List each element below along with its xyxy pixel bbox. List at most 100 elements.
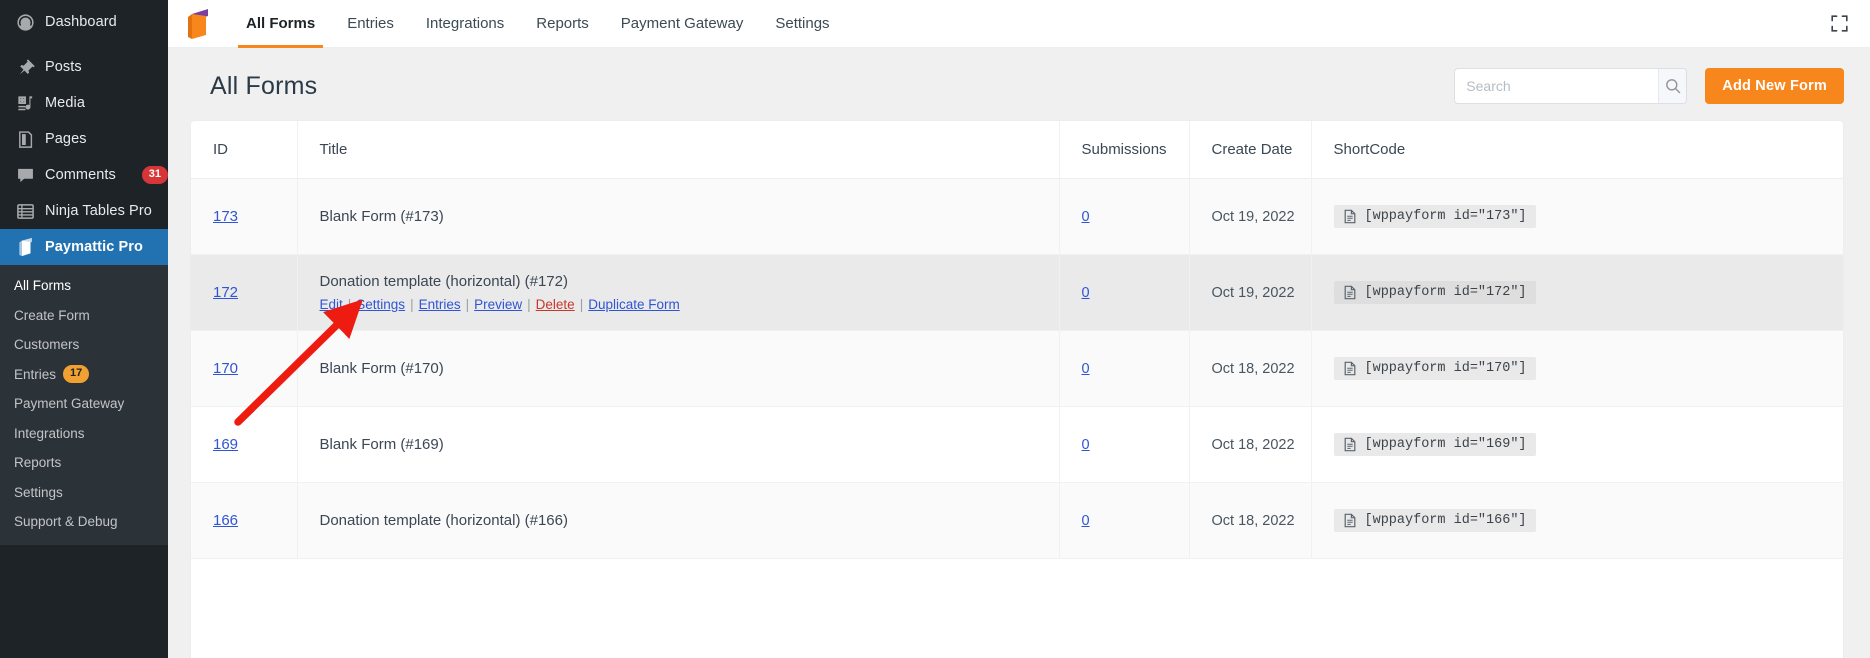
forms-table-head: ID Title Submissions Create Date ShortCode xyxy=(191,121,1843,179)
submenu-item-support-debug[interactable]: Support & Debug xyxy=(0,507,168,537)
submenu-item-entries[interactable]: Entries 17 xyxy=(0,360,168,390)
forms-table-header-row: ID Title Submissions Create Date ShortCode xyxy=(191,121,1843,179)
tab-payment-gateway[interactable]: Payment Gateway xyxy=(605,0,760,48)
shortcode-text: [wppayform id="173"] xyxy=(1364,209,1527,224)
submissions-link[interactable]: 0 xyxy=(1082,285,1090,301)
shortcode-copy-chip[interactable]: [wppayform id="173"] xyxy=(1333,205,1536,228)
sidebar-item-media[interactable]: Media xyxy=(0,85,168,121)
search-input[interactable] xyxy=(1455,69,1659,103)
row-action-separator: | xyxy=(465,297,470,312)
submenu-item-label: Integrations xyxy=(14,425,85,441)
row-action-delete[interactable]: Delete xyxy=(536,297,575,312)
row-action-separator: | xyxy=(347,297,352,312)
shortcode-copy-chip[interactable]: [wppayform id="166"] xyxy=(1333,509,1536,532)
add-new-form-button[interactable]: Add New Form xyxy=(1705,68,1844,104)
copy-document-icon xyxy=(1343,513,1357,528)
cell-submissions: 0 xyxy=(1059,406,1190,483)
cell-submissions: 0 xyxy=(1059,178,1190,255)
submissions-link[interactable]: 0 xyxy=(1082,437,1090,453)
cell-shortcode: [wppayform id="173"] xyxy=(1311,178,1843,255)
form-id-link[interactable]: 169 xyxy=(213,436,238,453)
form-title: Blank Form (#169) xyxy=(319,436,444,453)
tab-entries[interactable]: Entries xyxy=(331,0,410,48)
cell-title: Donation template (horizontal) (#172) Edi… xyxy=(297,254,1060,331)
row-action-edit[interactable]: Edit xyxy=(320,297,343,312)
submenu-item-create-form[interactable]: Create Form xyxy=(0,301,168,331)
cell-id: 166 xyxy=(191,482,298,559)
table-row[interactable]: 173 Blank Form (#173) 0 Oct 19, 2022 [wppayf… xyxy=(191,178,1843,255)
sidebar-item-badge: 31 xyxy=(141,165,168,185)
paymattic-icon xyxy=(14,237,36,257)
submenu-item-badge: 17 xyxy=(63,365,90,384)
tab-reports[interactable]: Reports xyxy=(520,0,605,48)
page-title: All Forms xyxy=(210,71,318,100)
search-box[interactable] xyxy=(1454,68,1688,104)
submenu-item-reports[interactable]: Reports xyxy=(0,448,168,478)
search-icon[interactable] xyxy=(1658,69,1687,103)
forms-table-body: 173 Blank Form (#173) 0 Oct 19, 2022 [wppayf… xyxy=(191,178,1843,559)
sidebar-item-ninja-tables-pro[interactable]: Ninja Tables Pro xyxy=(0,193,168,229)
submenu-item-payment-gateway[interactable]: Payment Gateway xyxy=(0,389,168,419)
cell-create-date: Oct 19, 2022 xyxy=(1189,254,1312,331)
submenu-item-label: Customers xyxy=(14,337,80,353)
submenu-item-label: Support & Debug xyxy=(14,514,118,530)
submenu-item-all-forms[interactable]: All Forms xyxy=(0,271,168,301)
row-action-separator: | xyxy=(527,297,531,312)
sidebar-item-posts[interactable]: Posts xyxy=(0,49,168,85)
media-icon xyxy=(14,93,36,113)
column-header-submissions: Submissions xyxy=(1059,121,1190,179)
column-header-create-date: Create Date xyxy=(1189,121,1312,179)
cell-shortcode: [wppayform id="172"] xyxy=(1311,254,1843,331)
submissions-link[interactable]: 0 xyxy=(1082,513,1090,529)
table-row[interactable]: 169 Blank Form (#169) 0 Oct 18, 2022 [wppayf… xyxy=(191,406,1843,483)
row-action-preview[interactable]: Preview xyxy=(474,297,522,312)
form-id-link[interactable]: 172 xyxy=(213,284,238,301)
row-action-duplicate-form[interactable]: Duplicate Form xyxy=(588,297,680,312)
wp-admin-sidebar: Dashboard Posts Media Pages Comments 31 Ninja … xyxy=(0,0,176,658)
submenu-item-settings[interactable]: Settings xyxy=(0,478,168,508)
shortcode-text: [wppayform id="166"] xyxy=(1364,513,1527,528)
row-action-entries[interactable]: Entries xyxy=(419,297,461,312)
shortcode-text: [wppayform id="170"] xyxy=(1364,361,1527,376)
table-row[interactable]: 170 Blank Form (#170) 0 Oct 18, 2022 [wppayf… xyxy=(191,330,1843,407)
form-id-link[interactable]: 173 xyxy=(213,208,238,225)
table-row[interactable]: 166 Donation template (horizontal) (#166)… xyxy=(191,482,1843,559)
pin-icon xyxy=(14,57,36,77)
cell-id: 170 xyxy=(191,330,298,407)
cell-title: Blank Form (#170) xyxy=(297,330,1060,407)
shortcode-text: [wppayform id="172"] xyxy=(1364,285,1527,300)
sidebar-main-menu: Dashboard Posts Media Pages Comments 31 Ninja … xyxy=(0,4,176,265)
column-header-title: Title xyxy=(297,121,1060,179)
submenu-item-label: Payment Gateway xyxy=(14,396,125,412)
form-title: Blank Form (#173) xyxy=(319,208,444,225)
sidebar-item-label: Pages xyxy=(45,131,87,147)
submissions-link[interactable]: 0 xyxy=(1082,209,1090,225)
shortcode-copy-chip[interactable]: [wppayform id="170"] xyxy=(1333,357,1536,380)
form-id-link[interactable]: 170 xyxy=(213,360,238,377)
cell-submissions: 0 xyxy=(1059,330,1190,407)
table-row[interactable]: 172 Donation template (horizontal) (#172)… xyxy=(191,254,1843,331)
shortcode-copy-chip[interactable]: [wppayform id="172"] xyxy=(1333,281,1536,304)
submenu-item-integrations[interactable]: Integrations xyxy=(0,419,168,449)
cell-shortcode: [wppayform id="166"] xyxy=(1311,482,1843,559)
tab-integrations[interactable]: Integrations xyxy=(410,0,520,48)
sidebar-item-comments[interactable]: Comments 31 xyxy=(0,157,168,193)
tab-settings[interactable]: Settings xyxy=(759,0,845,48)
page-header: All Forms Add New Form xyxy=(168,48,1870,120)
sidebar-item-label: Ninja Tables Pro xyxy=(45,203,152,219)
column-header-id: ID xyxy=(191,121,298,179)
main-content-area: All Forms Entries Integrations Reports Payme… xyxy=(168,0,1870,658)
tab-all-forms[interactable]: All Forms xyxy=(230,0,331,48)
shortcode-copy-chip[interactable]: [wppayform id="169"] xyxy=(1333,433,1536,456)
fullscreen-expand-icon[interactable] xyxy=(1826,11,1852,37)
sidebar-item-pages[interactable]: Pages xyxy=(0,121,168,157)
cell-id: 169 xyxy=(191,406,298,483)
submenu-item-customers[interactable]: Customers xyxy=(0,330,168,360)
form-id-link[interactable]: 166 xyxy=(213,512,238,529)
sidebar-item-dashboard[interactable]: Dashboard xyxy=(0,4,168,40)
cell-title: Blank Form (#169) xyxy=(297,406,1060,483)
row-action-settings[interactable]: Settings xyxy=(356,297,405,312)
cell-submissions: 0 xyxy=(1059,482,1190,559)
submissions-link[interactable]: 0 xyxy=(1082,361,1090,377)
sidebar-item-paymattic-pro[interactable]: Paymattic Pro xyxy=(0,229,176,265)
